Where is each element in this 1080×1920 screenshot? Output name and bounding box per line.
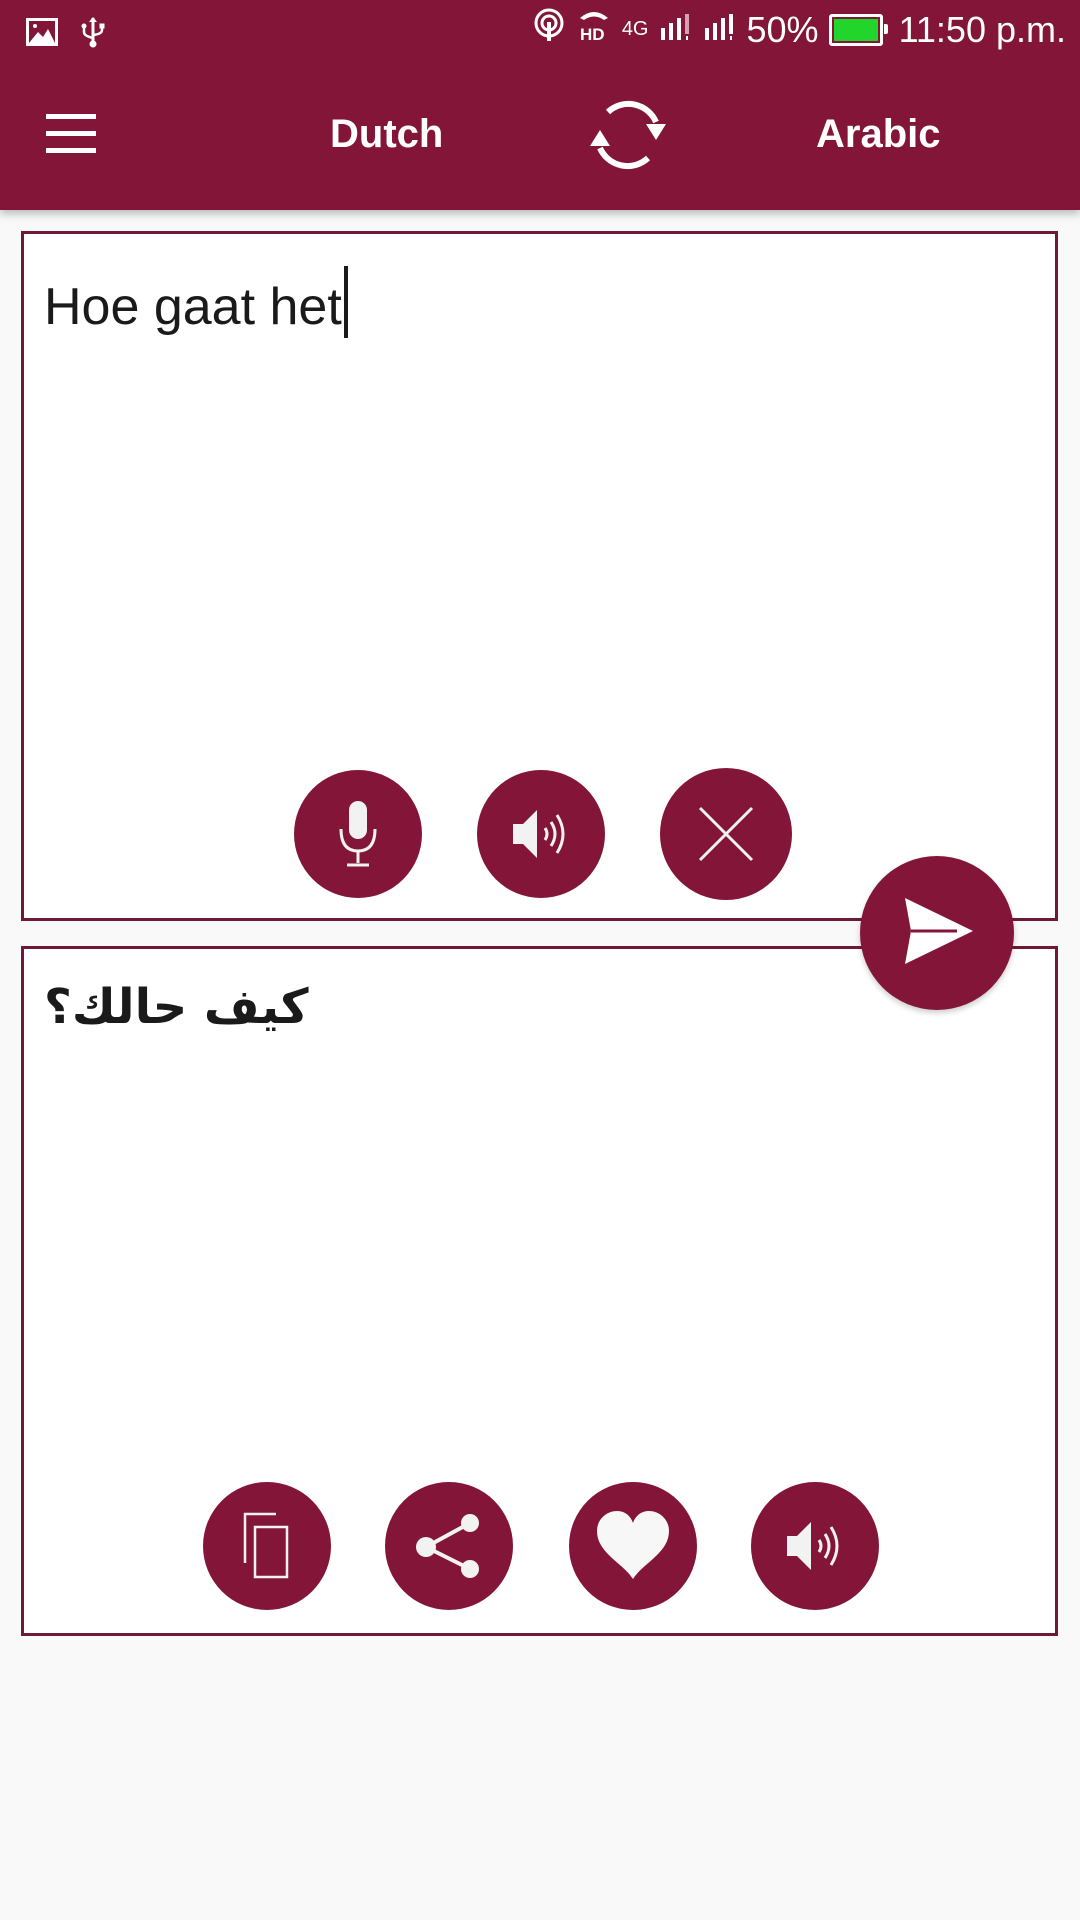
svg-text:HD: HD: [580, 25, 605, 42]
toolbar: Dutch Arabic: [0, 62, 1080, 210]
app-bar: HD 4G 50% 11:50 p.m. Dutch Arabic: [0, 0, 1080, 210]
network-type: 4G: [621, 18, 649, 40]
text-cursor: [343, 266, 348, 338]
hamburger-menu-icon[interactable]: [46, 114, 98, 154]
share-icon: [414, 1511, 484, 1581]
hotspot-icon: [532, 8, 566, 51]
speaker-icon: [783, 1516, 847, 1576]
signal-sim1-icon: [659, 9, 693, 51]
clock: 11:50 p.m.: [898, 8, 1066, 50]
input-panel: Hoe gaat het: [21, 231, 1058, 921]
source-text: Hoe gaat het: [44, 278, 342, 336]
signal-sim2-icon: [703, 9, 737, 51]
heart-icon: [593, 1509, 673, 1583]
speaker-icon: [509, 804, 573, 864]
microphone-icon: [333, 799, 383, 869]
target-language-selector[interactable]: Arabic: [816, 112, 941, 157]
swap-languages-icon[interactable]: [580, 94, 676, 176]
speak-input-button[interactable]: [477, 770, 605, 898]
source-text-input[interactable]: Hoe gaat het: [44, 266, 348, 338]
share-button[interactable]: [385, 1482, 513, 1610]
battery-icon: [828, 13, 888, 46]
output-panel: كيف حالك؟: [21, 946, 1058, 1636]
translated-text: كيف حالك؟: [44, 979, 309, 1035]
speak-output-button[interactable]: [751, 1482, 879, 1610]
battery-percent: 50%: [746, 8, 819, 50]
battery-level: [833, 18, 878, 41]
status-bar: HD 4G 50% 11:50 p.m.: [0, 0, 1080, 62]
translate-button[interactable]: [860, 856, 1014, 1010]
usb-icon: [80, 16, 106, 53]
favorite-button[interactable]: [569, 1482, 697, 1610]
close-icon: [696, 804, 756, 864]
voice-input-button[interactable]: [294, 770, 422, 898]
hd-voice-icon: HD: [576, 8, 612, 51]
copy-icon: [242, 1511, 292, 1581]
source-language-selector[interactable]: Dutch: [330, 112, 443, 157]
clear-input-button[interactable]: [660, 768, 792, 900]
copy-button[interactable]: [203, 1482, 331, 1610]
image-notification-icon: [26, 18, 58, 51]
send-icon: [897, 894, 977, 973]
